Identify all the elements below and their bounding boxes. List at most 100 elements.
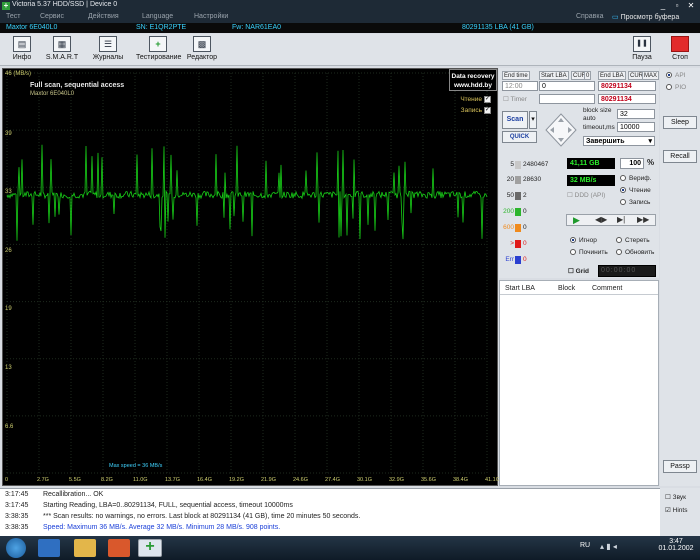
log-row: 3:17:45 Recallibration... OK (5, 491, 103, 498)
update-radio[interactable]: Обновить (616, 249, 654, 256)
log-time: 3:38:35 (5, 524, 29, 531)
log-row: 3:38:35 Speed: Maximum 36 MB/s. Average 3… (5, 524, 280, 531)
scan-dropdown-icon[interactable]: ▾ (529, 111, 537, 129)
chart-canvas (6, 72, 488, 474)
smart-button[interactable]: ▦ S.M.A.R.T (42, 36, 82, 64)
counter-swatch (515, 208, 521, 216)
erase-radio[interactable]: Стереть (616, 237, 650, 244)
x-tick-label: 32.9G (389, 477, 404, 483)
drive-capacity: 80291135 LBA (41 GB) (462, 24, 534, 31)
end-lba-cur-field[interactable]: 80291134 (598, 94, 656, 104)
x-tick-label: 13.7G (165, 477, 180, 483)
grid-timer: 00:00:00 (598, 265, 656, 277)
grid-checkbox[interactable]: ☐ Grid (568, 267, 589, 275)
end-time-field[interactable]: 12:00 (502, 81, 538, 91)
scan-chart: 46 (MB/s) Full scan, sequential access M… (2, 68, 500, 486)
counter-value: 0 (523, 208, 527, 215)
menu-help[interactable]: Справка (576, 13, 603, 20)
stop-button[interactable]: Стоп (662, 36, 698, 64)
explorer-icon[interactable] (74, 539, 96, 557)
legend-write[interactable]: Запись ✓ (461, 107, 491, 114)
write-radio[interactable]: Запись (620, 199, 650, 206)
ddd-checkbox[interactable]: ☐ DDD (API) (567, 191, 605, 199)
passp-button[interactable]: Passp (663, 460, 697, 473)
table-divider (500, 294, 658, 295)
hints-checkbox[interactable]: ☑ Hints (665, 506, 687, 514)
end-lba-field[interactable]: 80291134 (598, 81, 656, 91)
x-tick-label: 19.2G (229, 477, 244, 483)
speed-display: 32 MB/s (567, 175, 615, 186)
x-tick-label: 35.6G (421, 477, 436, 483)
end-icon[interactable]: ▶▶ (637, 215, 649, 224)
column-comment[interactable]: Comment (592, 285, 622, 292)
counter-value: 0 (523, 256, 527, 263)
play-icon[interactable]: ▶ (573, 215, 580, 226)
menu-test[interactable]: Тест (6, 13, 20, 20)
percent-display: 100 (620, 158, 644, 169)
editor-button[interactable]: ▩ Редактор (182, 36, 222, 64)
minimize-button[interactable]: _ (656, 1, 670, 11)
log-time: 3:17:45 (5, 502, 29, 509)
counter-swatch (515, 176, 521, 184)
language-indicator[interactable]: RU (580, 542, 590, 549)
y-tick-label: 13 (5, 365, 12, 371)
chevron-down-icon: ▾ (648, 138, 652, 145)
start-zero-header[interactable]: 0 (584, 71, 592, 80)
buffer-viewer-link[interactable]: ▭ Просмотр буфера (612, 13, 679, 21)
pause-button[interactable]: ❚❚ Пауза (622, 36, 662, 64)
counter-label: 200 (503, 208, 514, 215)
clock[interactable]: 3:47 01.01.2002 (656, 538, 696, 552)
testing-button[interactable]: + Тестирование (136, 36, 181, 64)
info-button[interactable]: ▤ Инфо (2, 36, 42, 64)
column-start-lba[interactable]: Start LBA (505, 285, 535, 292)
step-back-icon[interactable]: ◀▶ (595, 215, 607, 224)
end-max-header[interactable]: MAX (642, 71, 660, 80)
skip-icon[interactable]: ▶| (617, 215, 625, 224)
read-radio[interactable]: Чтение (620, 187, 651, 194)
pio-radio[interactable]: PIO (666, 84, 686, 91)
column-block[interactable]: Block (558, 285, 575, 292)
action-select[interactable]: Завершить ▾ (583, 136, 655, 146)
block-size-field[interactable]: 32 (617, 109, 655, 119)
menu-bar: Тест Сервис Действия Language Настройки … (0, 12, 700, 23)
quick-button[interactable]: QUICK (502, 131, 537, 143)
logs-button[interactable]: ☰ Журналы (88, 36, 128, 64)
legend-read[interactable]: Чтение ✓ (460, 96, 491, 103)
menu-actions[interactable]: Действия (88, 13, 119, 20)
direction-pad[interactable] (543, 112, 579, 148)
counter-swatch (515, 240, 521, 248)
timer-field[interactable] (539, 94, 595, 104)
log-row: 3:17:45 Starting Reading, LBA=0..80291134… (5, 502, 293, 509)
ignore-radio[interactable]: Игнор (570, 237, 597, 244)
tray-icons[interactable]: ▴ ▮ ◂ (600, 542, 617, 551)
max-speed-label: Max speed = 36 MB/s (109, 463, 163, 469)
control-panel: End time Start LBA CUR 0 End LBA CUR MAX… (499, 68, 660, 278)
counter-label: 600 (503, 224, 514, 231)
timer-checkbox[interactable]: ☐ Timer (503, 95, 527, 103)
menu-language[interactable]: Language (142, 13, 173, 20)
media-player-icon[interactable] (108, 539, 130, 557)
maximize-button[interactable]: ▫ (670, 1, 684, 11)
counter-swatch (515, 256, 521, 264)
verify-radio[interactable]: Вериф. (620, 175, 651, 182)
api-radio[interactable]: API (666, 72, 685, 79)
ie-icon[interactable] (38, 539, 60, 557)
menu-settings[interactable]: Настройки (194, 13, 228, 20)
sound-checkbox[interactable]: ☐ Звук (665, 493, 686, 501)
scan-button[interactable]: Scan (502, 111, 528, 129)
repair-radio[interactable]: Починить (570, 249, 608, 256)
x-tick-label: 24.6G (293, 477, 308, 483)
sleep-button[interactable]: Sleep (663, 116, 697, 129)
recall-button[interactable]: Recall (663, 150, 697, 163)
start-lba-field[interactable]: 0 (539, 81, 595, 91)
timeout-field[interactable]: 10000 (617, 122, 655, 132)
x-tick-label: 16.4G (197, 477, 212, 483)
chart-title: Full scan, sequential access (30, 82, 125, 89)
x-tick-label: 0 (5, 477, 9, 483)
close-button[interactable]: ✕ (684, 1, 698, 11)
menu-service[interactable]: Сервис (40, 13, 64, 20)
drive-info-bar: Maxtor 6E040L0 SN: E1QR2PTE Fw: NAR61EA0… (0, 23, 700, 33)
start-button[interactable] (6, 538, 26, 558)
counter-label: 50 (506, 192, 514, 199)
victoria-task-icon[interactable]: + (138, 539, 162, 557)
